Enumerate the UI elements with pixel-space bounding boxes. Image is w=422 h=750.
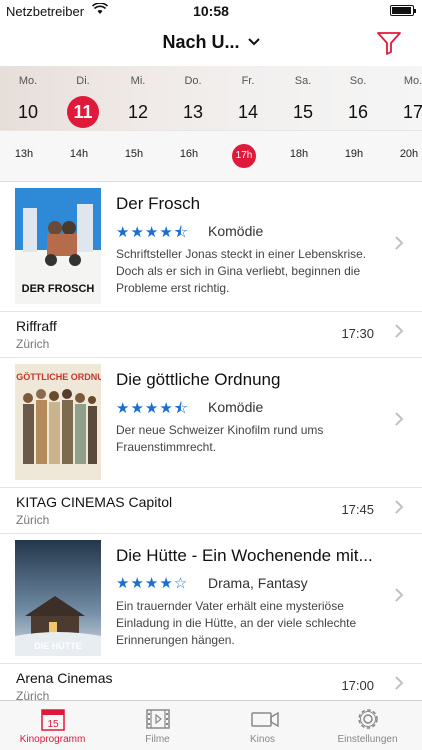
hour-picker: 13h 14h 15h 16h 17h 18h 19h 20h [0,130,422,182]
hour-cell[interactable]: 14h [59,148,99,160]
gear-icon [355,707,381,731]
hour-cell[interactable]: 18h [279,148,319,160]
tab-label: Einstellungen [337,734,398,745]
chevron-down-icon [247,34,260,49]
day-number: 14 [237,102,259,122]
status-bar: Netzbetreiber 10:58 [0,0,422,22]
day-of-week: Sa. [294,75,312,87]
tab-label: Kinoprogramm [19,734,86,745]
day-cell[interactable]: Do. 13 [165,66,221,127]
tab-einstellungen[interactable]: Einstellungen [315,701,420,750]
movie-genre: Komödie [208,399,264,415]
hour-cell[interactable]: 15h [114,148,154,160]
movie-description: Schriftsteller Jonas steckt in einer Leb… [116,247,367,295]
cinema-name: KITAG CINEMAS Capitol [16,494,173,510]
camera-icon [250,707,279,731]
day-number: 12 [127,102,149,122]
film-icon [145,707,171,731]
day-of-week: Mo. [18,75,38,87]
tab-filme[interactable]: Filme [105,701,210,750]
day-cell[interactable]: Mi. 12 [110,66,166,127]
cinema-city: Zürich [16,689,50,700]
cinema-name: Riffraff [16,318,57,334]
movie-poster: DIE HÜTTE [15,540,101,656]
day-number: 11 [67,96,99,128]
chevron-right-icon [395,412,404,431]
location-selector[interactable]: Nach U... [0,32,422,53]
hour-cell[interactable]: 13h [4,148,44,160]
chevron-right-icon [395,236,404,255]
movie-title: Die göttliche Ordnung [116,370,281,389]
day-of-week: Do. [184,75,202,87]
movie-genre: Drama, Fantasy [208,575,308,591]
battery-icon [390,5,416,16]
hour-cell[interactable]: 17h [232,144,256,168]
day-number: 16 [347,102,369,122]
showtime: 17:45 [341,502,374,517]
clock: 10:58 [193,3,229,19]
movie-poster: DER FROSCH [15,188,101,304]
tab-label: Kinos [249,734,275,745]
rating-stars: ★★★★⯪ [116,400,189,417]
date-picker: Mo. 10 Di. 11 Mi. 12 Do. 13 Fr. 14 Sa. 15 So. 16 Mo. 17 [0,66,422,130]
movie-row[interactable]: DIE GÖTTLICHE ORDNUNG Die göttliche Ordn… [0,358,422,488]
screening-list: DER FROSCH Der Frosch ★★★★⯪ Komödie Schr… [0,182,422,700]
movie-genre: Komödie [208,223,264,239]
showtime-row[interactable]: Riffraff Zürich 17:30 [0,312,422,358]
movie-title: Die Hütte - Ein Wochenende mit... [116,546,373,565]
day-cell[interactable]: Sa. 15 [275,66,331,127]
day-number: 13 [182,102,204,122]
day-cell[interactable]: Di. 11 [55,66,111,128]
chevron-right-icon [395,324,404,343]
day-of-week: Fr. [241,75,255,87]
tab-kinos[interactable]: Kinos [210,701,315,750]
filter-icon[interactable] [376,30,402,56]
movie-title: Der Frosch [116,194,201,213]
day-number: 15 [292,102,314,122]
nav-title: Nach U... [162,32,240,52]
day-of-week: Di. [76,75,90,87]
cinema-name: Arena Cinemas [16,670,113,686]
day-of-week: Mi. [130,75,146,87]
hour-cell[interactable]: 16h [169,148,209,160]
movie-description: Der neue Schweizer Kinofilm rund ums Fra… [116,423,324,454]
day-number: 17 [402,102,422,122]
movie-poster: DIE GÖTTLICHE ORDNUNG [15,364,101,480]
day-cell[interactable]: Mo. 17 [385,66,422,127]
poster-title: DIE HÜTTE [34,641,82,651]
poster-title: DIE GÖTTLICHE ORDNUNG [15,372,101,382]
movie-row[interactable]: DIE HÜTTE Die Hütte - Ein Wochenende mit… [0,534,422,664]
day-of-week: So. [349,75,367,87]
chevron-right-icon [395,500,404,519]
day-cell[interactable]: Mo. 10 [0,66,56,127]
rating-stars: ★★★★⯪ [116,224,189,241]
showtime-row[interactable]: Arena Cinemas Zürich 17:00 [0,664,422,700]
movie-row[interactable]: DER FROSCH Der Frosch ★★★★⯪ Komödie Schr… [0,182,422,312]
showtime: 17:30 [341,326,374,341]
poster-title: DER FROSCH [22,283,95,295]
tab-label: Filme [145,734,170,745]
chevron-right-icon [395,588,404,607]
tab-bar: 15 Kinoprogramm Filme Kinos Einstellunge… [0,700,422,750]
calendar-badge: 15 [47,719,59,730]
calendar-icon: 15 [40,707,66,731]
showtime-row[interactable]: KITAG CINEMAS Capitol Zürich 17:45 [0,488,422,534]
rating-stars: ★★★★☆ [116,575,189,592]
day-number: 10 [17,102,39,122]
day-cell[interactable]: Fr. 14 [220,66,276,127]
showtime: 17:00 [341,678,374,693]
day-cell[interactable]: So. 16 [330,66,386,127]
cinema-city: Zürich [16,513,50,527]
cinema-city: Zürich [16,337,50,351]
movie-description: Ein trauernder Vater erhält eine mysteri… [116,599,357,647]
day-of-week: Mo. [403,75,422,87]
chevron-right-icon [395,676,404,695]
navigation-bar: Nach U... [0,22,422,66]
hour-cell[interactable]: 19h [334,148,374,160]
hour-cell[interactable]: 20h [389,148,422,160]
tab-kinoprogramm[interactable]: 15 Kinoprogramm [0,701,105,750]
